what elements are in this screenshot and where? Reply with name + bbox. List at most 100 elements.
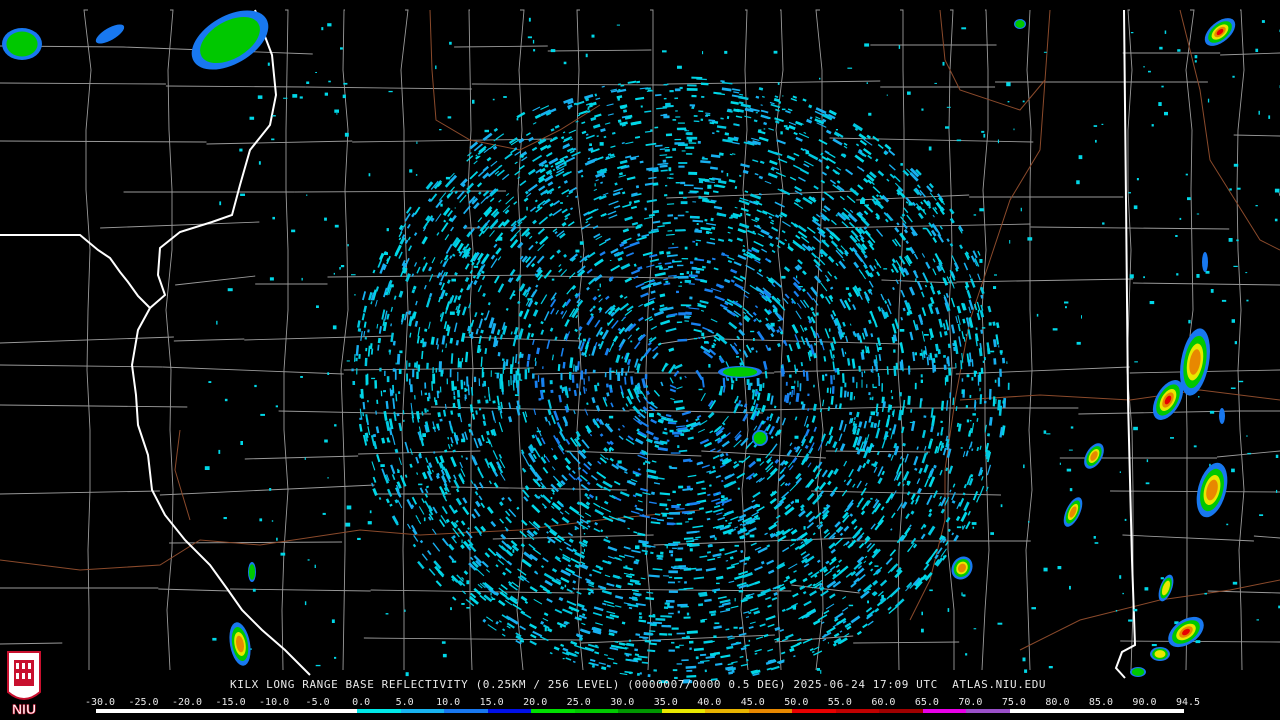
radar-echo — [426, 409, 429, 412]
radar-echo — [994, 274, 997, 276]
radar-echo — [367, 400, 369, 403]
radar-echo — [1128, 619, 1133, 622]
radar-echo — [799, 383, 802, 392]
radar-echo — [1009, 240, 1011, 244]
radar-echo — [872, 386, 877, 389]
radar-echo — [346, 505, 352, 510]
radar-echo — [518, 373, 521, 381]
radar-echo — [334, 424, 337, 427]
radar-echo — [704, 218, 708, 222]
radar-echo — [584, 355, 587, 357]
radar-echo — [920, 379, 923, 384]
radar-echo — [695, 656, 699, 660]
radar-echo — [1238, 380, 1244, 383]
radar-echo — [332, 325, 337, 330]
radar-echo — [1043, 51, 1047, 53]
radar-echo — [267, 62, 270, 66]
radar-echo — [792, 606, 796, 610]
radar-echo — [1013, 128, 1015, 131]
radar-echo — [972, 413, 976, 416]
radar-echo — [820, 254, 823, 257]
radar-echo — [494, 372, 500, 374]
radar-echo — [1128, 192, 1131, 194]
radar-echo — [691, 107, 695, 109]
radar-echo — [371, 377, 376, 380]
radar-echo — [636, 672, 640, 676]
radar-echo — [409, 384, 413, 393]
radar-echo — [276, 537, 278, 541]
radar-echo — [1245, 272, 1248, 274]
radar-echo — [1059, 462, 1061, 465]
radar-echo — [477, 399, 481, 404]
scale-tick-label: 85.0 — [1088, 697, 1113, 708]
radar-echo — [412, 369, 415, 378]
radar-echo — [693, 120, 700, 123]
radar-echo — [517, 361, 520, 365]
radar-echo — [668, 633, 673, 636]
radar-echo — [796, 275, 798, 279]
radar-echo — [675, 110, 678, 112]
radar-echo — [252, 588, 256, 592]
radar-echo — [979, 387, 981, 392]
radar-echo — [680, 281, 683, 284]
scale-color-segment — [1053, 709, 1097, 713]
radar-echo — [684, 246, 688, 250]
radar-echo — [878, 375, 880, 387]
radar-echo — [509, 364, 513, 374]
radar-echo — [665, 507, 669, 511]
radar-echo — [1070, 426, 1074, 429]
radar-echo — [283, 97, 288, 99]
radar-echo — [899, 392, 902, 397]
radar-echo — [472, 99, 475, 104]
radar-echo — [560, 202, 563, 204]
radar-echo — [435, 368, 438, 373]
radar-echo — [929, 589, 933, 592]
radar-echo — [616, 24, 620, 26]
radar-echo — [940, 420, 943, 424]
radar-echo — [635, 545, 640, 550]
radar-echo — [679, 273, 684, 276]
radar-echo — [1023, 464, 1025, 469]
radar-echo — [1101, 123, 1104, 125]
scale-tick-label: 50.0 — [784, 697, 809, 708]
radar-echo — [639, 672, 642, 675]
radar-echo — [1031, 607, 1036, 610]
radar-echo — [369, 510, 372, 514]
radar-echo — [791, 538, 797, 542]
radar-echo — [676, 321, 683, 324]
radar-echo — [269, 277, 274, 281]
radar-echo — [478, 407, 482, 411]
radar-echo — [512, 549, 515, 553]
radar-echo — [694, 337, 697, 340]
radar-echo — [550, 49, 556, 53]
radar-echo — [659, 266, 663, 270]
radar-echo — [386, 376, 390, 383]
radar-echo — [609, 260, 612, 261]
radar-echo — [1052, 328, 1058, 331]
radar-echo — [906, 480, 910, 484]
radar-echo — [698, 195, 701, 199]
scale-tick-label: -25.0 — [128, 697, 159, 708]
radar-echo — [670, 553, 673, 557]
radar-echo — [868, 392, 871, 396]
radar-echo — [997, 622, 1003, 625]
radar-echo — [1133, 205, 1138, 210]
radar-echo — [562, 658, 565, 660]
radar-echo — [594, 183, 596, 187]
radar-echo — [445, 176, 451, 180]
radar-echo — [346, 360, 350, 362]
radar-echo — [965, 405, 969, 408]
radar-echo — [258, 161, 261, 165]
radar-echo — [993, 286, 997, 289]
radar-echo — [667, 603, 670, 608]
radar-echo — [512, 294, 516, 296]
radar-echo — [960, 447, 963, 449]
radar-echo — [945, 126, 950, 129]
radar-echo — [599, 567, 603, 570]
radar-echo — [677, 264, 684, 267]
radar-echo — [1143, 276, 1145, 279]
radar-echo — [592, 369, 596, 374]
radar-echo — [379, 367, 382, 372]
radar-echo — [800, 401, 804, 405]
radar-echo — [1276, 489, 1278, 493]
